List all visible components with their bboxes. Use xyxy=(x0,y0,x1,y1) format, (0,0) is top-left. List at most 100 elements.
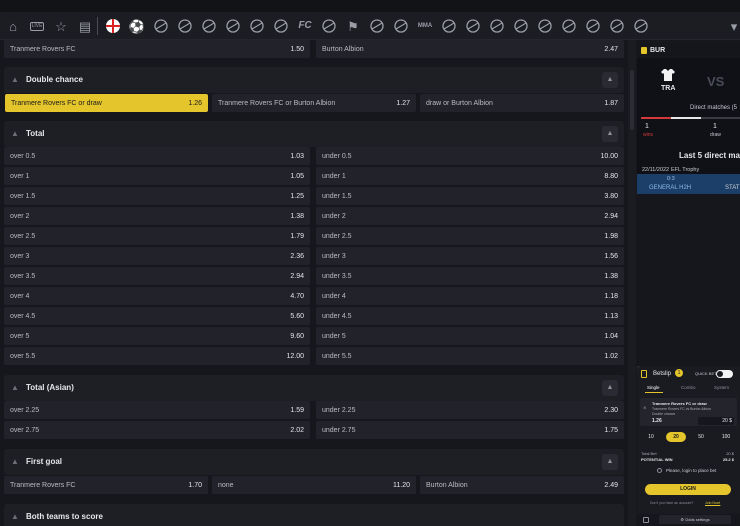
market-option[interactable]: under 2 2.94 xyxy=(316,207,624,225)
pin-icon[interactable]: ▲ xyxy=(10,75,20,85)
market-option[interactable]: draw or Burton Albion 1.87 xyxy=(420,94,624,112)
odds-settings-button[interactable]: ⚙ Odds settings xyxy=(659,515,731,524)
option-odd: 1.56 xyxy=(604,252,618,260)
market-option[interactable]: over 5.5 12.00 xyxy=(4,347,310,365)
baseball-icon[interactable] xyxy=(319,16,339,36)
market-option-selected[interactable]: Tranmere Rovers FC or draw 1.26 xyxy=(5,94,208,112)
market-option[interactable]: under 2.75 1.75 xyxy=(316,421,624,439)
market-header-both-teams[interactable]: ▲ Both teams to score xyxy=(4,504,624,526)
basketball-icon[interactable] xyxy=(175,16,195,36)
volleyball-icon[interactable] xyxy=(271,16,291,36)
login-button[interactable]: LOGIN xyxy=(645,484,731,495)
market-option[interactable]: over 2.5 1.79 xyxy=(4,227,310,245)
market-option[interactable]: Tranmere Rovers FC 1.70 xyxy=(4,476,208,494)
market-option[interactable]: over 2.75 2.02 xyxy=(4,421,310,439)
market-title: Total (Asian) xyxy=(26,383,74,392)
pin-icon[interactable]: ▲ xyxy=(10,383,20,393)
market-header-double-chance[interactable]: ▲ Double chance ▲ xyxy=(4,67,624,93)
athletics-icon[interactable] xyxy=(367,16,387,36)
market-option[interactable]: under 5.5 1.02 xyxy=(316,347,624,365)
football-icon[interactable]: ⚽ xyxy=(127,16,147,36)
market-option[interactable]: under 0.5 10.00 xyxy=(316,147,624,165)
market-option[interactable]: over 2 1.38 xyxy=(4,207,310,225)
hockey-icon[interactable] xyxy=(199,16,219,36)
market-header-total-asian[interactable]: ▲ Total (Asian) ▲ xyxy=(4,375,624,401)
scrollbar[interactable] xyxy=(628,40,636,526)
market-option[interactable]: under 2.5 1.98 xyxy=(316,227,624,245)
market-option[interactable]: over 1.5 1.25 xyxy=(4,187,310,205)
fc-icon[interactable]: FC xyxy=(295,16,315,36)
futsal-icon[interactable] xyxy=(631,16,651,36)
market-option[interactable]: under 4 1.18 xyxy=(316,287,624,305)
quick-amount-button[interactable]: 100 xyxy=(716,432,736,442)
option-label: under 2 xyxy=(322,212,346,220)
market-option[interactable]: Burton Albion 2.49 xyxy=(420,476,624,494)
tab-combo[interactable]: Combo xyxy=(681,385,696,390)
horse-racing-icon[interactable] xyxy=(583,16,603,36)
market-option[interactable]: under 4.5 1.13 xyxy=(316,307,624,325)
market-header-total[interactable]: ▲ Total ▲ xyxy=(4,121,624,147)
tab-single[interactable]: Single xyxy=(647,385,660,390)
receipt-icon[interactable]: ▤ xyxy=(75,16,95,36)
mma-icon[interactable]: MMA xyxy=(415,16,435,36)
handball-icon[interactable] xyxy=(223,16,243,36)
market-option[interactable]: over 3.5 2.94 xyxy=(4,267,310,285)
pin-icon[interactable]: ▲ xyxy=(10,129,20,139)
market-option[interactable]: under 2.25 2.30 xyxy=(316,401,624,419)
quick-amount-button[interactable]: 20 xyxy=(666,432,686,442)
tab-system[interactable]: System xyxy=(714,385,729,390)
market-option[interactable]: under 1.5 3.80 xyxy=(316,187,624,205)
darts-icon[interactable] xyxy=(559,16,579,36)
table-tennis-icon[interactable] xyxy=(247,16,267,36)
market-option[interactable]: Tranmere Rovers FC 1.50 xyxy=(4,40,310,58)
quick-amount-button[interactable]: 50 xyxy=(691,432,711,442)
option-odd: 1.59 xyxy=(290,406,304,414)
market-option[interactable]: none 11.20 xyxy=(212,476,416,494)
england-flag-icon[interactable] xyxy=(103,16,123,36)
trash-icon[interactable] xyxy=(643,517,649,523)
remove-bet-icon[interactable]: × xyxy=(643,406,647,412)
more-chevron-icon[interactable]: ▾ xyxy=(724,16,740,36)
market-title: Total xyxy=(26,129,45,138)
star-icon[interactable]: ☆ xyxy=(51,16,71,36)
market-option[interactable]: Tranmere Rovers FC or Burton Albion 1.27 xyxy=(212,94,416,112)
quick-amount-button[interactable]: 10 xyxy=(641,432,661,442)
betslip-title: Betslip xyxy=(653,371,672,377)
market-option[interactable]: over 1 1.05 xyxy=(4,167,310,185)
golf-flag-icon[interactable]: ⚑ xyxy=(343,16,363,36)
market-header-first-goal[interactable]: ▲ First goal ▲ xyxy=(4,449,624,475)
market-option[interactable]: under 1 8.80 xyxy=(316,167,624,185)
cycling-icon[interactable] xyxy=(391,16,411,36)
market-option[interactable]: over 0.5 1.03 xyxy=(4,147,310,165)
pin-icon[interactable]: ▲ xyxy=(10,457,20,467)
badminton-icon[interactable] xyxy=(439,16,459,36)
stake-input[interactable]: 20 $ xyxy=(698,417,734,425)
cricket-icon[interactable] xyxy=(463,16,483,36)
quick-bet-toggle[interactable] xyxy=(716,370,733,378)
market-option[interactable]: over 3 2.36 xyxy=(4,247,310,265)
chevron-up-icon[interactable]: ▲ xyxy=(602,72,618,88)
market-option[interactable]: under 5 1.04 xyxy=(316,327,624,345)
tab-stat[interactable]: STAT xyxy=(725,185,739,191)
market-option[interactable]: over 4 4.70 xyxy=(4,287,310,305)
american-football-icon[interactable] xyxy=(607,16,627,36)
chevron-up-icon[interactable]: ▲ xyxy=(602,380,618,396)
pin-icon[interactable]: ▲ xyxy=(10,512,20,522)
market-option[interactable]: Burton Albion 2.47 xyxy=(316,40,624,58)
rugby-icon[interactable] xyxy=(487,16,507,36)
home-icon[interactable]: ⌂ xyxy=(3,16,23,36)
chevron-up-icon[interactable]: ▲ xyxy=(602,126,618,142)
scrollbar-thumb[interactable] xyxy=(630,70,634,130)
live-icon[interactable]: LIVE xyxy=(27,16,47,36)
market-option[interactable]: over 2.25 1.59 xyxy=(4,401,310,419)
market-option[interactable]: over 5 9.60 xyxy=(4,327,310,345)
chevron-up-icon[interactable]: ▲ xyxy=(602,454,618,470)
tennis-icon[interactable] xyxy=(151,16,171,36)
waterpolo-icon[interactable] xyxy=(511,16,531,36)
snooker-icon[interactable] xyxy=(535,16,555,36)
tab-general-h2h[interactable]: GENERAL H2H xyxy=(649,185,691,191)
join-now-link[interactable]: Join Now! xyxy=(705,501,720,505)
market-option[interactable]: under 3 1.56 xyxy=(316,247,624,265)
market-option[interactable]: over 4.5 5.60 xyxy=(4,307,310,325)
market-option[interactable]: under 3.5 1.38 xyxy=(316,267,624,285)
